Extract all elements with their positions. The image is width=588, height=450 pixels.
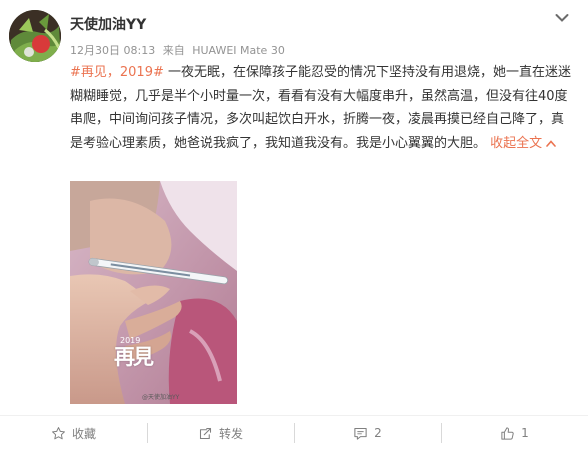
avatar[interactable] — [9, 10, 61, 62]
comment-icon — [354, 427, 367, 440]
like-button[interactable]: 1 — [441, 422, 588, 444]
comment-count: 2 — [374, 426, 382, 440]
username[interactable]: 天使加油YY — [70, 14, 146, 34]
collapse-label: 收起全文 — [490, 135, 543, 151]
favorite-button[interactable]: 收藏 — [0, 422, 147, 444]
repost-label: 转发 — [218, 426, 243, 441]
repost-button[interactable]: 转发 — [147, 422, 294, 444]
more-options-button[interactable] — [552, 8, 572, 28]
repost-icon — [199, 427, 212, 439]
chevron-up-icon — [546, 139, 556, 147]
source-device: HUAWEI Mate 30 — [192, 44, 285, 57]
chevron-down-icon — [555, 14, 569, 22]
post-text: #再见，2019# 一夜无眠，在保障孩子能忍受的情况下坚持没有用退烧，她一直在迷… — [70, 61, 574, 155]
post-photo[interactable] — [70, 181, 237, 404]
favorite-label: 收藏 — [71, 426, 96, 441]
weibo-post-card: 天使加油YY 12月30日 08:13 来自 HUAWEI Mate 30 #再… — [0, 0, 588, 449]
post-date[interactable]: 12月30日 08:13 — [70, 44, 155, 57]
action-bar: 收藏 转发 2 1 — [0, 415, 588, 450]
watermark-text: 再見 — [114, 344, 154, 369]
watermark-caption: @天使加油YY — [142, 394, 180, 401]
comment-button[interactable]: 2 — [294, 422, 441, 444]
topic-hashtag[interactable]: #再见，2019# — [70, 65, 164, 80]
source-prefix: 来自 — [162, 44, 185, 57]
collapse-text-button[interactable]: 收起全文 — [490, 136, 556, 151]
like-count: 1 — [521, 426, 529, 440]
thumbs-up-icon — [501, 426, 514, 440]
star-icon — [52, 426, 65, 439]
post-meta: 12月30日 08:13 来自 HUAWEI Mate 30 — [70, 42, 289, 58]
